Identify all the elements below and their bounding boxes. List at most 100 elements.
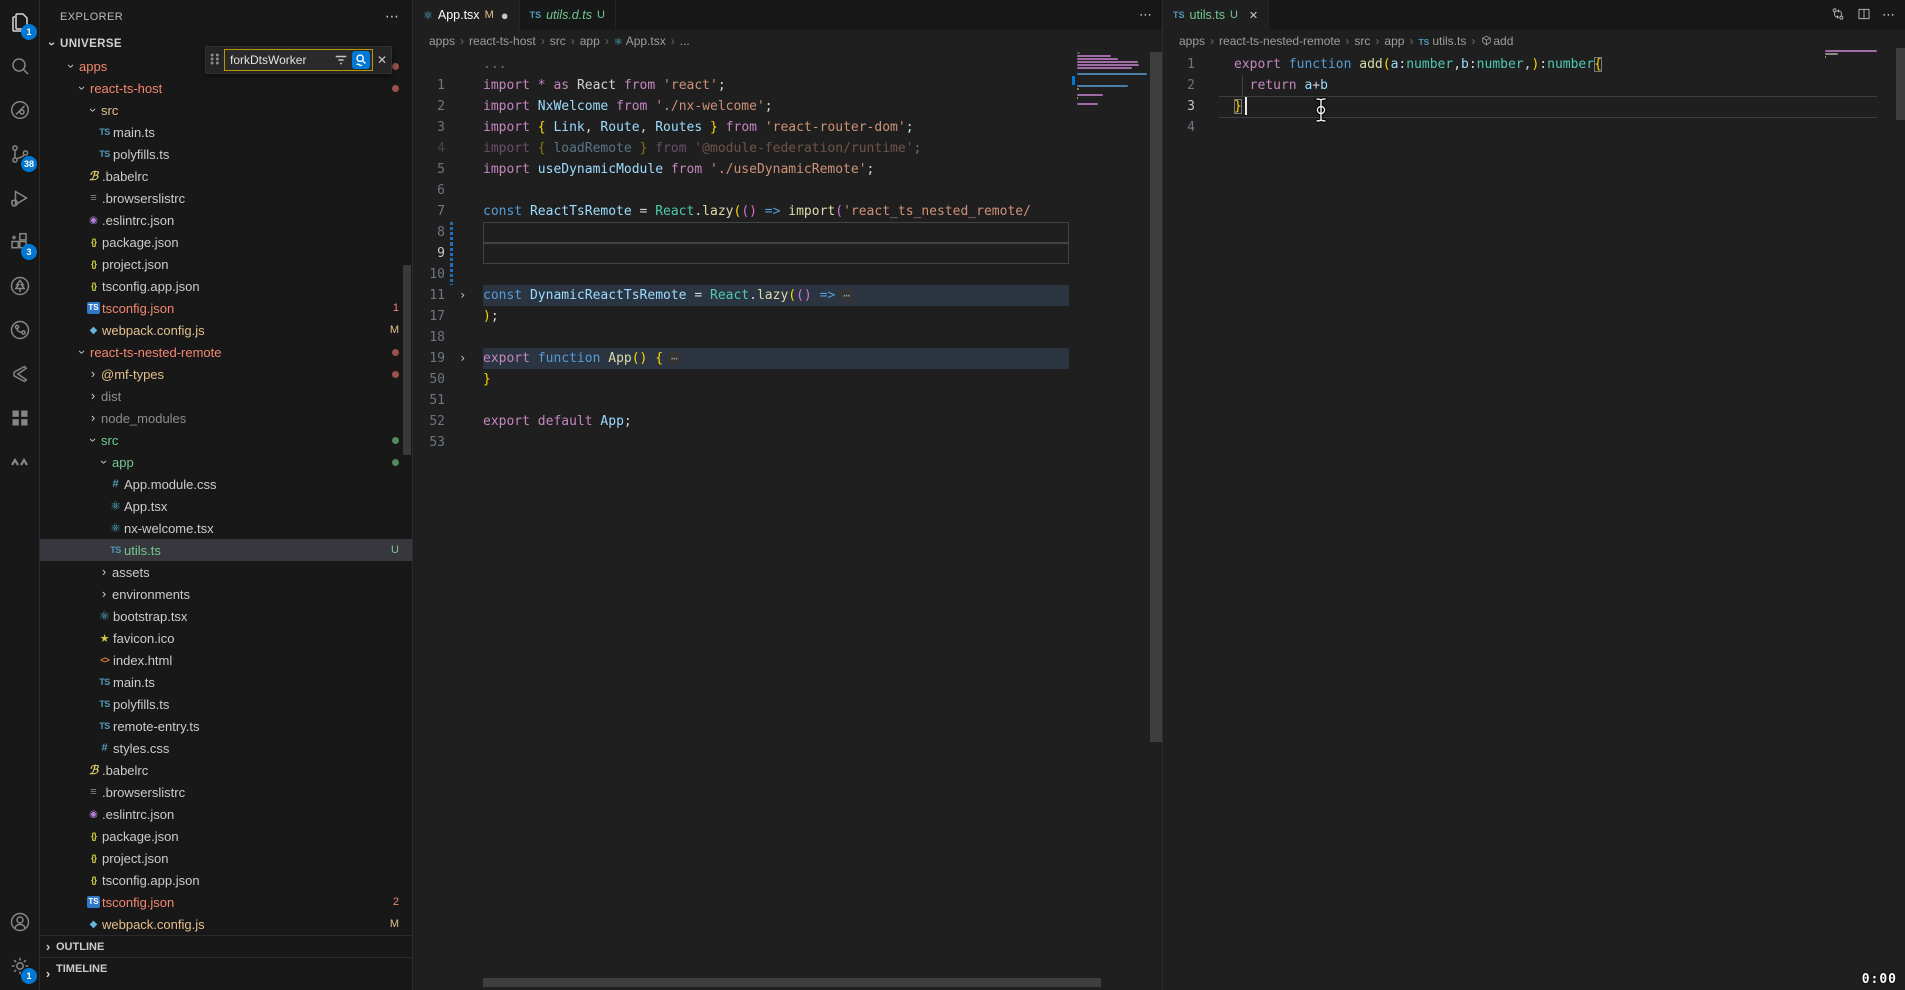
git-status-badge: 2 (387, 896, 399, 908)
tree-item-app-tsx[interactable]: ⚛App.tsx (40, 495, 412, 517)
tree-item-src[interactable]: ›src (40, 429, 412, 451)
tab-app-tsx[interactable]: ⚛App.tsxM● (413, 0, 520, 30)
tree-item-mf-types[interactable]: ›@mf-types (40, 363, 412, 385)
tree-item-main-ts[interactable]: TSmain.ts (40, 121, 412, 143)
vertical-scrollbar-right[interactable] (1896, 48, 1905, 120)
tree-item-babelrc[interactable]: ℬ.babelrc (40, 165, 412, 187)
code-editor-right[interactable]: 1export function add(a:number,b:number,)… (1163, 52, 1905, 990)
tree-item-webpack-config-js[interactable]: ◆webpack.config.jsM (40, 319, 412, 341)
token: { (655, 351, 663, 366)
tree-item-environments[interactable]: ›environments (40, 583, 412, 605)
accounts-icon[interactable] (0, 900, 40, 944)
code-line: 3} (1163, 96, 1905, 117)
tree-item-polyfills-ts[interactable]: TSpolyfills.ts (40, 693, 412, 715)
circle-branch-extension-icon[interactable] (0, 308, 40, 352)
tree-item-bootstrap-tsx[interactable]: ⚛bootstrap.tsx (40, 605, 412, 627)
breadcrumb-item-app[interactable]: app (1384, 34, 1404, 48)
tree-item-app-module-css[interactable]: #App.module.css (40, 473, 412, 495)
breadcrumb-item-app[interactable]: app (580, 34, 600, 48)
minimap-left[interactable] (1075, 52, 1150, 132)
explorer-more-actions-button[interactable]: ⋯ (385, 8, 400, 25)
tree-item-project-json[interactable]: {}project.json (40, 847, 412, 869)
tree-item-nx-welcome-tsx[interactable]: ⚛nx-welcome.tsx (40, 517, 412, 539)
open-changes-icon[interactable] (1830, 6, 1846, 25)
dirty-indicator-icon[interactable]: ● (501, 8, 509, 23)
breadcrumb-item-react-ts-nested-remote[interactable]: react-ts-nested-remote (1219, 34, 1340, 48)
nx-console-icon[interactable] (0, 352, 40, 396)
more-actions-icon[interactable]: ⋯ (1139, 7, 1152, 23)
filter-icon[interactable] (332, 51, 350, 69)
tree-item-favicon-ico[interactable]: ★favicon.ico (40, 627, 412, 649)
tree-item-dist[interactable]: ›dist (40, 385, 412, 407)
horizontal-scrollbar-left[interactable] (483, 978, 1101, 987)
tree-item-react-ts-nested-remote[interactable]: ›react-ts-nested-remote (40, 341, 412, 363)
breadcrumb-item-app-tsx[interactable]: ⚛App.tsx (614, 34, 666, 48)
tree-item-remote-entry-ts[interactable]: TSremote-entry.ts (40, 715, 412, 737)
explorer-icon[interactable]: 1 (0, 0, 40, 44)
tree-item-eslintrc-json[interactable]: ◉.eslintrc.json (40, 803, 412, 825)
find-close-icon[interactable]: ✕ (377, 53, 387, 67)
minimap-right[interactable] (1823, 50, 1879, 66)
tree-item-tsconfig-json[interactable]: TStsconfig.json1 (40, 297, 412, 319)
tree-item-webpack-config-js[interactable]: ◆webpack.config.jsM (40, 913, 412, 935)
source-control-icon[interactable]: 38 (0, 132, 40, 176)
tree-find-input[interactable] (230, 53, 332, 67)
timeline-section-header[interactable]: › TIMELINE (40, 957, 412, 990)
grid-extension-icon[interactable] (0, 396, 40, 440)
breadcrumb-item-src[interactable]: src (550, 34, 566, 48)
circle-at-extension-icon[interactable] (0, 88, 40, 132)
breadcrumb-item-apps[interactable]: apps (429, 34, 455, 48)
tree-item-browserslistrc[interactable]: ≡.browserslistrc (40, 781, 412, 803)
tree-item-tsconfig-app-json[interactable]: {}tsconfig.app.json (40, 869, 412, 891)
fuzzy-match-toggle[interactable] (352, 51, 370, 69)
tree-item-styles-css[interactable]: #styles.css (40, 737, 412, 759)
tree-item-package-json[interactable]: {}package.json (40, 825, 412, 847)
split-editor-icon[interactable] (1856, 6, 1872, 25)
line-number: 3 (1163, 96, 1195, 117)
more-actions-icon[interactable]: ⋯ (1882, 7, 1895, 23)
token: import (788, 204, 835, 219)
tree-item-polyfills-ts[interactable]: TSpolyfills.ts (40, 143, 412, 165)
tree-item-react-ts-host[interactable]: ›react-ts-host (40, 77, 412, 99)
tree-item-eslintrc-json[interactable]: ◉.eslintrc.json (40, 209, 412, 231)
settings-gear-icon[interactable]: 1 (0, 944, 40, 988)
breadcrumb-item-apps[interactable]: apps (1179, 34, 1205, 48)
tree-item-assets[interactable]: ›assets (40, 561, 412, 583)
breadcrumb-item-src[interactable]: src (1354, 34, 1370, 48)
fold-chevron-icon[interactable]: › (459, 285, 466, 306)
tree-extension-icon[interactable] (0, 264, 40, 308)
tree-item-app[interactable]: ›app (40, 451, 412, 473)
tree-item-utils-ts[interactable]: TSutils.tsU (40, 539, 412, 561)
tree-item-tsconfig-json[interactable]: TStsconfig.json2 (40, 891, 412, 913)
token: () (796, 288, 812, 303)
tree-item-tsconfig-app-json[interactable]: {}tsconfig.app.json (40, 275, 412, 297)
json-file-icon: {} (85, 875, 102, 885)
breadcrumb-item-[interactable]: ... (680, 34, 690, 48)
breadcrumb-item-add[interactable]: add (1480, 34, 1513, 48)
tree-item-index-html[interactable]: <>index.html (40, 649, 412, 671)
fold-chevron-icon[interactable]: › (459, 348, 466, 369)
tree-item-src[interactable]: ›src (40, 99, 412, 121)
tree-item-babelrc[interactable]: ℬ.babelrc (40, 759, 412, 781)
outline-section-header[interactable]: › OUTLINE (40, 935, 412, 957)
close-tab-icon[interactable]: ✕ (1249, 9, 1258, 22)
search-icon[interactable] (0, 44, 40, 88)
tab-utils-d-ts[interactable]: TSutils.d.tsU (520, 0, 616, 30)
tree-item-package-json[interactable]: {}package.json (40, 231, 412, 253)
tree-item-node-modules[interactable]: ›node_modules (40, 407, 412, 429)
token: number (1477, 57, 1524, 72)
breadcrumb-item-react-ts-host[interactable]: react-ts-host (469, 34, 536, 48)
vertical-scrollbar-left[interactable] (1150, 52, 1162, 742)
sidebar-scrollbar[interactable] (403, 265, 411, 455)
breadcrumb-item-utils-ts[interactable]: TSutils.ts (1418, 34, 1466, 48)
extensions-icon[interactable]: 3 (0, 220, 40, 264)
tree-item-browserslistrc[interactable]: ≡.browserslistrc (40, 187, 412, 209)
token: import (483, 141, 530, 156)
tab-utils-ts[interactable]: TSutils.tsU✕ (1163, 0, 1269, 30)
waves-extension-icon[interactable] (0, 440, 40, 484)
find-widget-drag-handle[interactable]: ●●●●●● (210, 54, 220, 66)
code-editor-left[interactable]: ...1import * as React from 'react';2impo… (413, 52, 1162, 990)
tree-item-project-json[interactable]: {}project.json (40, 253, 412, 275)
tree-item-main-ts[interactable]: TSmain.ts (40, 671, 412, 693)
run-and-debug-icon[interactable] (0, 176, 40, 220)
